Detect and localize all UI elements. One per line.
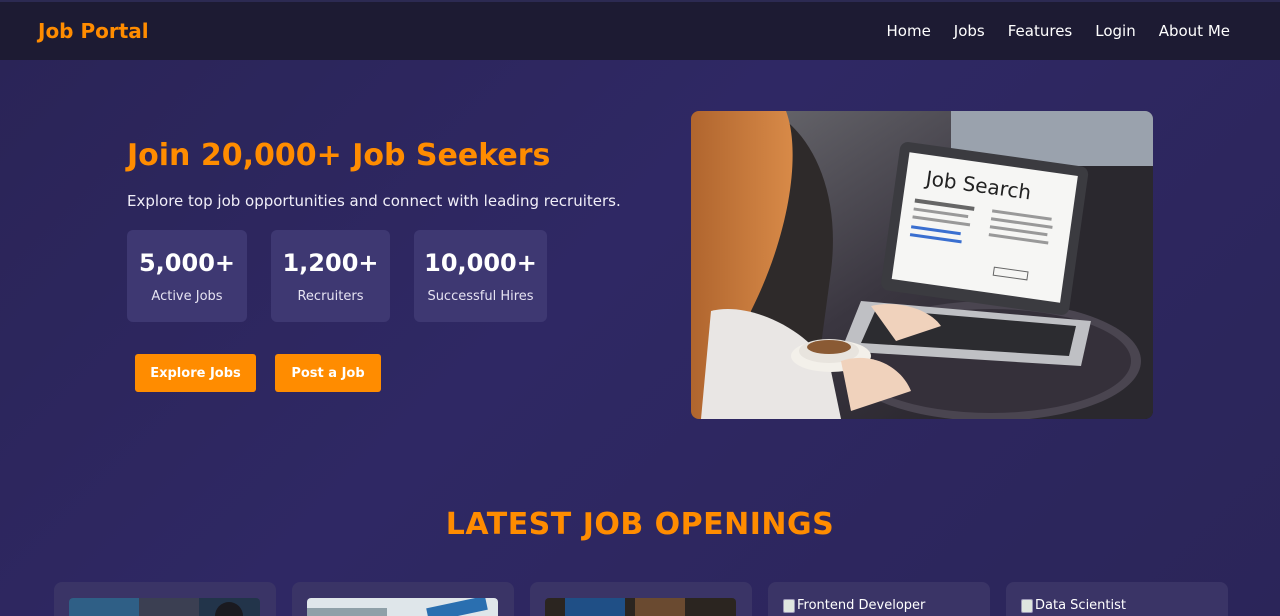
stat-value: 1,200+ xyxy=(282,248,379,277)
job-card[interactable]: Frontend Developer xyxy=(768,582,990,616)
stat-value: 5,000+ xyxy=(138,248,236,277)
stat-label: Active Jobs xyxy=(151,288,223,304)
post-a-job-button[interactable]: Post a Job xyxy=(275,354,381,392)
stats-row: 5,000+ Active Jobs 1,200+ Recruiters 10,… xyxy=(127,230,547,322)
stat-card-active-jobs: 5,000+ Active Jobs xyxy=(127,230,247,322)
nav-link-home[interactable]: Home xyxy=(887,22,931,40)
nav-links: Home Jobs Features Login About Me xyxy=(887,22,1231,40)
hero-image: Job Search xyxy=(691,111,1153,419)
stat-label: Recruiters xyxy=(297,288,364,304)
job-card[interactable] xyxy=(530,582,752,616)
navbar: Job Portal Home Jobs Features Login Abou… xyxy=(0,0,1280,60)
job-card[interactable] xyxy=(292,582,514,616)
explore-jobs-button[interactable]: Explore Jobs xyxy=(135,354,256,392)
job-card-image-broken: Frontend Developer xyxy=(783,598,975,613)
stat-label: Successful Hires xyxy=(427,288,534,304)
job-card-image xyxy=(69,598,260,616)
job-card-image xyxy=(307,598,498,616)
job-card-image-alt: Data Scientist xyxy=(1035,598,1126,613)
hero-photo: Job Search xyxy=(691,111,1153,419)
nav-link-jobs[interactable]: Jobs xyxy=(954,22,985,40)
job-card-photo xyxy=(307,598,498,616)
job-card[interactable] xyxy=(54,582,276,616)
brand-logo[interactable]: Job Portal xyxy=(38,19,149,43)
nav-link-login[interactable]: Login xyxy=(1095,22,1135,40)
hero-heading-container: Join 20,000+ Job Seekers xyxy=(127,138,647,173)
stat-card-successful-hires: 10,000+ Successful Hires xyxy=(414,230,547,322)
job-cards-row: Frontend Developer Data Scientist xyxy=(54,582,1228,616)
hero-title: Join 20,000+ Job Seekers xyxy=(127,138,551,173)
latest-jobs-heading: LATEST JOB OPENINGS xyxy=(445,507,835,542)
broken-image-icon xyxy=(1021,599,1033,613)
job-card-photo xyxy=(545,598,736,616)
job-card-image-alt: Frontend Developer xyxy=(797,598,926,613)
job-card-image xyxy=(545,598,736,616)
nav-link-about-me[interactable]: About Me xyxy=(1159,22,1230,40)
nav-link-features[interactable]: Features xyxy=(1008,22,1073,40)
broken-image-icon xyxy=(783,599,795,613)
stat-card-recruiters: 1,200+ Recruiters xyxy=(271,230,390,322)
job-card[interactable]: Data Scientist xyxy=(1006,582,1228,616)
stat-value: 10,000+ xyxy=(424,248,537,277)
job-card-photo xyxy=(69,598,260,616)
job-card-image-broken: Data Scientist xyxy=(1021,598,1213,613)
hero-subtitle: Explore top job opportunities and connec… xyxy=(127,192,621,210)
